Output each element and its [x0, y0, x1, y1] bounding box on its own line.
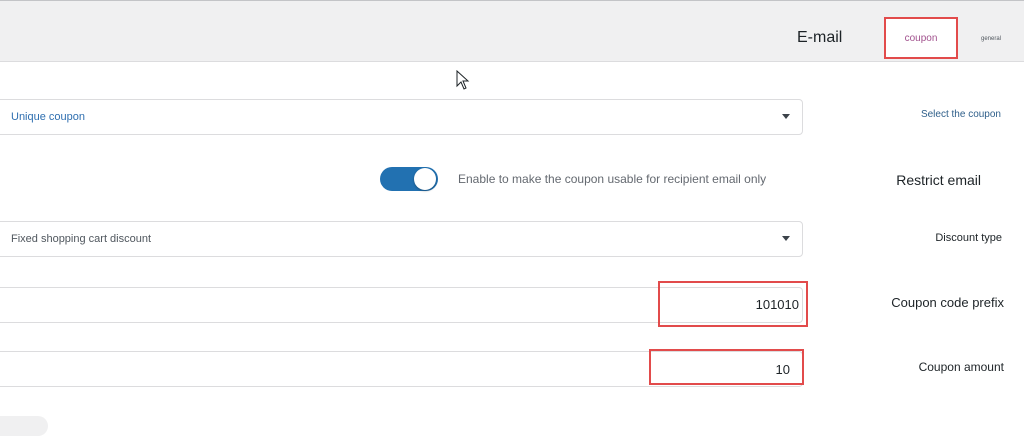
mouse-cursor-icon: [456, 70, 470, 90]
restrict-email-toggle[interactable]: [380, 167, 438, 191]
tab-coupon[interactable]: coupon: [884, 17, 958, 59]
coupon-code-prefix-label: Coupon code prefix: [891, 295, 1004, 310]
toggle-knob: [414, 168, 436, 190]
highlight-box: [649, 349, 804, 385]
highlight-box: [658, 281, 808, 327]
top-border: [0, 0, 1024, 1]
settings-tab-bar: E-mail coupon general: [0, 0, 1024, 62]
discount-type-select[interactable]: Fixed shopping cart discount: [0, 221, 803, 257]
restrict-email-description: Enable to make the coupon usable for rec…: [458, 172, 767, 186]
discount-type-value: Fixed shopping cart discount: [11, 233, 152, 245]
coupon-select[interactable]: Unique coupon: [0, 99, 803, 135]
discount-type-label: Discount type: [935, 232, 1002, 244]
coupon-select-value: Unique coupon: [11, 111, 86, 123]
partial-toggle[interactable]: [0, 416, 48, 436]
chevron-down-icon: [782, 236, 790, 241]
tab-general[interactable]: general: [981, 36, 1001, 42]
tab-email[interactable]: E-mail: [797, 29, 842, 47]
coupon-amount-label: Coupon amount: [918, 360, 1004, 374]
coupon-select-label: Select the coupon: [920, 109, 1001, 120]
chevron-down-icon: [782, 114, 790, 119]
restrict-email-label: Restrict email: [896, 172, 981, 188]
